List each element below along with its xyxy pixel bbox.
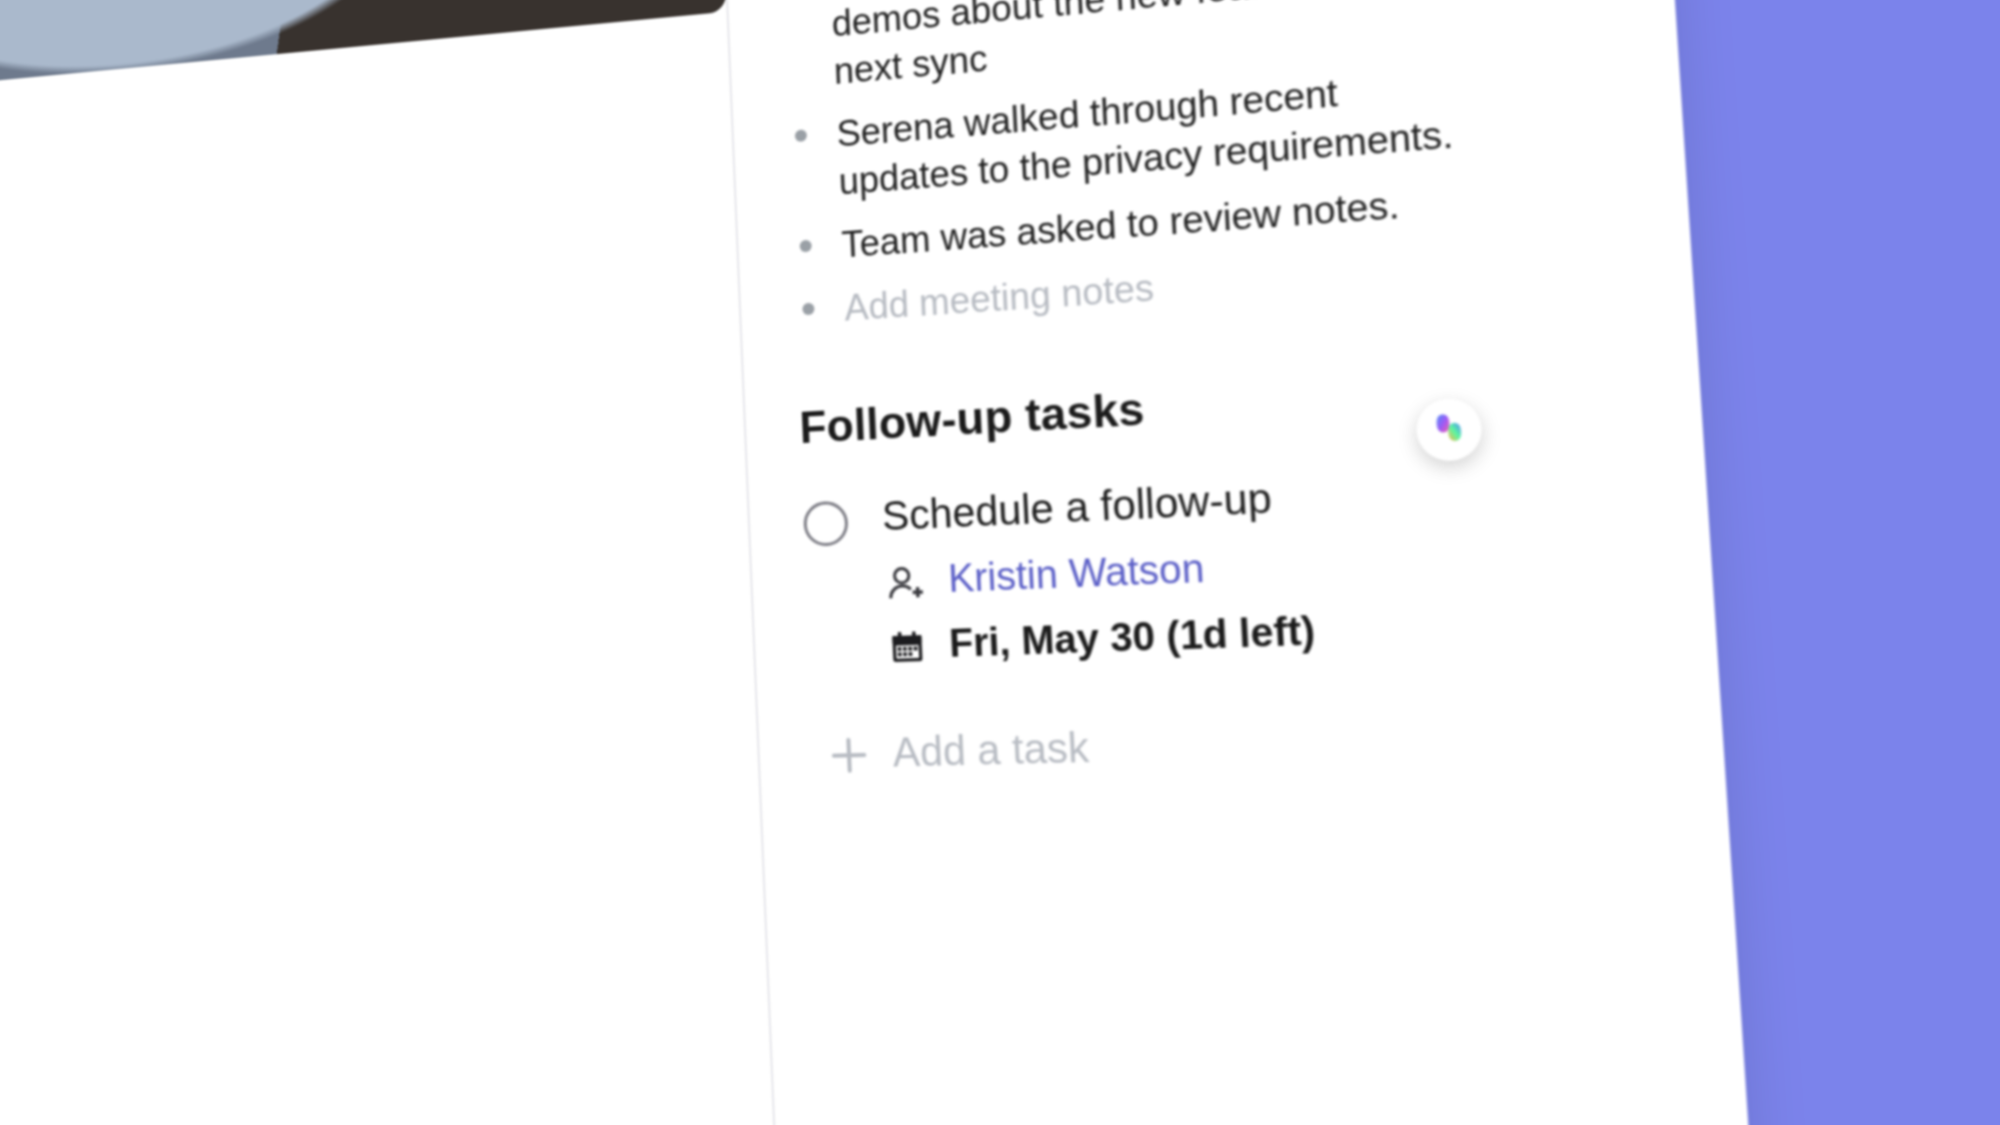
task-assignee-name[interactable]: Kristin Watson	[947, 548, 1205, 603]
task-body: Schedule a follow-up Kristin Watson	[881, 474, 1316, 669]
task-due-text: Fri, May 30 (1d left)	[948, 610, 1316, 668]
meeting-panel-sheet: suggested the team show more demos about…	[0, 0, 1770, 1125]
add-note-placeholder: Add meeting notes	[844, 266, 1155, 328]
calendar-icon	[887, 626, 928, 666]
add-task-button[interactable]: Add a task	[813, 714, 1522, 779]
task-due-row[interactable]: Fri, May 30 (1d left)	[887, 610, 1316, 669]
person-add-icon	[884, 561, 927, 604]
add-task-label: Add a task	[892, 726, 1090, 777]
meeting-notes-panel: suggested the team show more demos about…	[714, 0, 1615, 1125]
participant-video-tile	[0, 0, 727, 106]
task-assignee-row[interactable]: Kristin Watson	[884, 543, 1313, 605]
plus-icon	[831, 737, 867, 773]
task-title[interactable]: Schedule a follow-up	[881, 474, 1309, 540]
followup-tasks-heading: Follow-up tasks	[799, 364, 1502, 454]
followup-task-item[interactable]: Schedule a follow-up Kristin Watson	[803, 465, 1516, 672]
copilot-icon	[1429, 408, 1470, 452]
task-checkbox[interactable]	[803, 501, 849, 548]
meeting-notes-list: suggested the team show more demos about…	[779, 0, 1493, 336]
